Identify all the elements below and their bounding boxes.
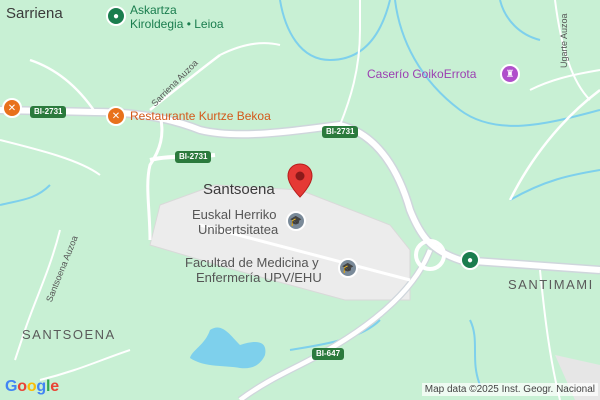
stream bbox=[279, 0, 391, 62]
minor-road bbox=[39, 349, 131, 381]
stream bbox=[0, 184, 51, 206]
poi-ehu-line2[interactable]: Unibertsitatea bbox=[198, 223, 278, 236]
poi-ehu-line1[interactable]: Euskal Herriko bbox=[192, 208, 277, 221]
map-view[interactable]: Sarriena ● Askartza Kiroldegia • Leioa ✕… bbox=[0, 0, 600, 400]
map-pin-icon[interactable] bbox=[286, 163, 314, 199]
poi-caserio-label[interactable]: Caserío GoikoErrota bbox=[367, 68, 476, 80]
street-label-ugarte-auzoa: Ugarte Auzoa bbox=[559, 13, 569, 68]
minor-road bbox=[219, 42, 281, 56]
area-label-santimami: SANTIMAMI bbox=[508, 277, 594, 292]
poi-askartza-line1[interactable]: Askartza bbox=[130, 4, 177, 16]
minor-road bbox=[529, 69, 600, 91]
logo-letter: e bbox=[50, 378, 59, 395]
restaurant-icon[interactable]: ✕ bbox=[106, 106, 126, 126]
graduation-cap-icon[interactable]: 🎓 bbox=[338, 258, 358, 278]
sports-poi-icon[interactable]: ● bbox=[106, 6, 126, 26]
road-shield-bi2731: BI-2731 bbox=[175, 151, 212, 163]
google-logo: Google bbox=[5, 378, 59, 396]
logo-letter: o bbox=[26, 378, 37, 395]
poi-medicina-line1[interactable]: Facultad de Medicina y bbox=[185, 256, 319, 269]
poi-restaurante-label[interactable]: Restaurante Kurtze Bekoa bbox=[130, 110, 271, 122]
place-label-santsoena[interactable]: Santsoena bbox=[203, 182, 275, 197]
logo-letter: g bbox=[36, 378, 46, 395]
logo-letter: G bbox=[5, 378, 18, 395]
area-label-santsoena: SANTSOENA bbox=[22, 327, 116, 342]
place-label-sarriena[interactable]: Sarriena bbox=[6, 6, 63, 21]
stream bbox=[469, 319, 481, 386]
logo-letter: o bbox=[17, 378, 27, 395]
castle-icon[interactable]: ♜ bbox=[500, 64, 520, 84]
green-place-icon[interactable]: ● bbox=[460, 250, 480, 270]
poi-askartza-line2[interactable]: Kiroldegia • Leioa bbox=[130, 18, 224, 30]
pond bbox=[190, 327, 266, 369]
minor-road bbox=[29, 58, 97, 113]
poi-medicina-line2[interactable]: Enfermería UPV/EHU bbox=[196, 271, 322, 284]
minor-road bbox=[339, 0, 361, 126]
minor-road bbox=[0, 139, 101, 176]
restaurant-icon[interactable]: ✕ bbox=[2, 98, 22, 118]
road-shield-bi647: BI-647 bbox=[312, 348, 345, 360]
minor-road bbox=[508, 89, 600, 201]
graduation-cap-icon[interactable]: 🎓 bbox=[286, 211, 306, 231]
map-attribution[interactable]: Map data ©2025 Inst. Geogr. Nacional bbox=[421, 383, 598, 396]
road-shield-bi2731: BI-2731 bbox=[322, 126, 359, 138]
stream bbox=[499, 0, 541, 41]
road-shield-bi2731: BI-2731 bbox=[30, 106, 67, 118]
